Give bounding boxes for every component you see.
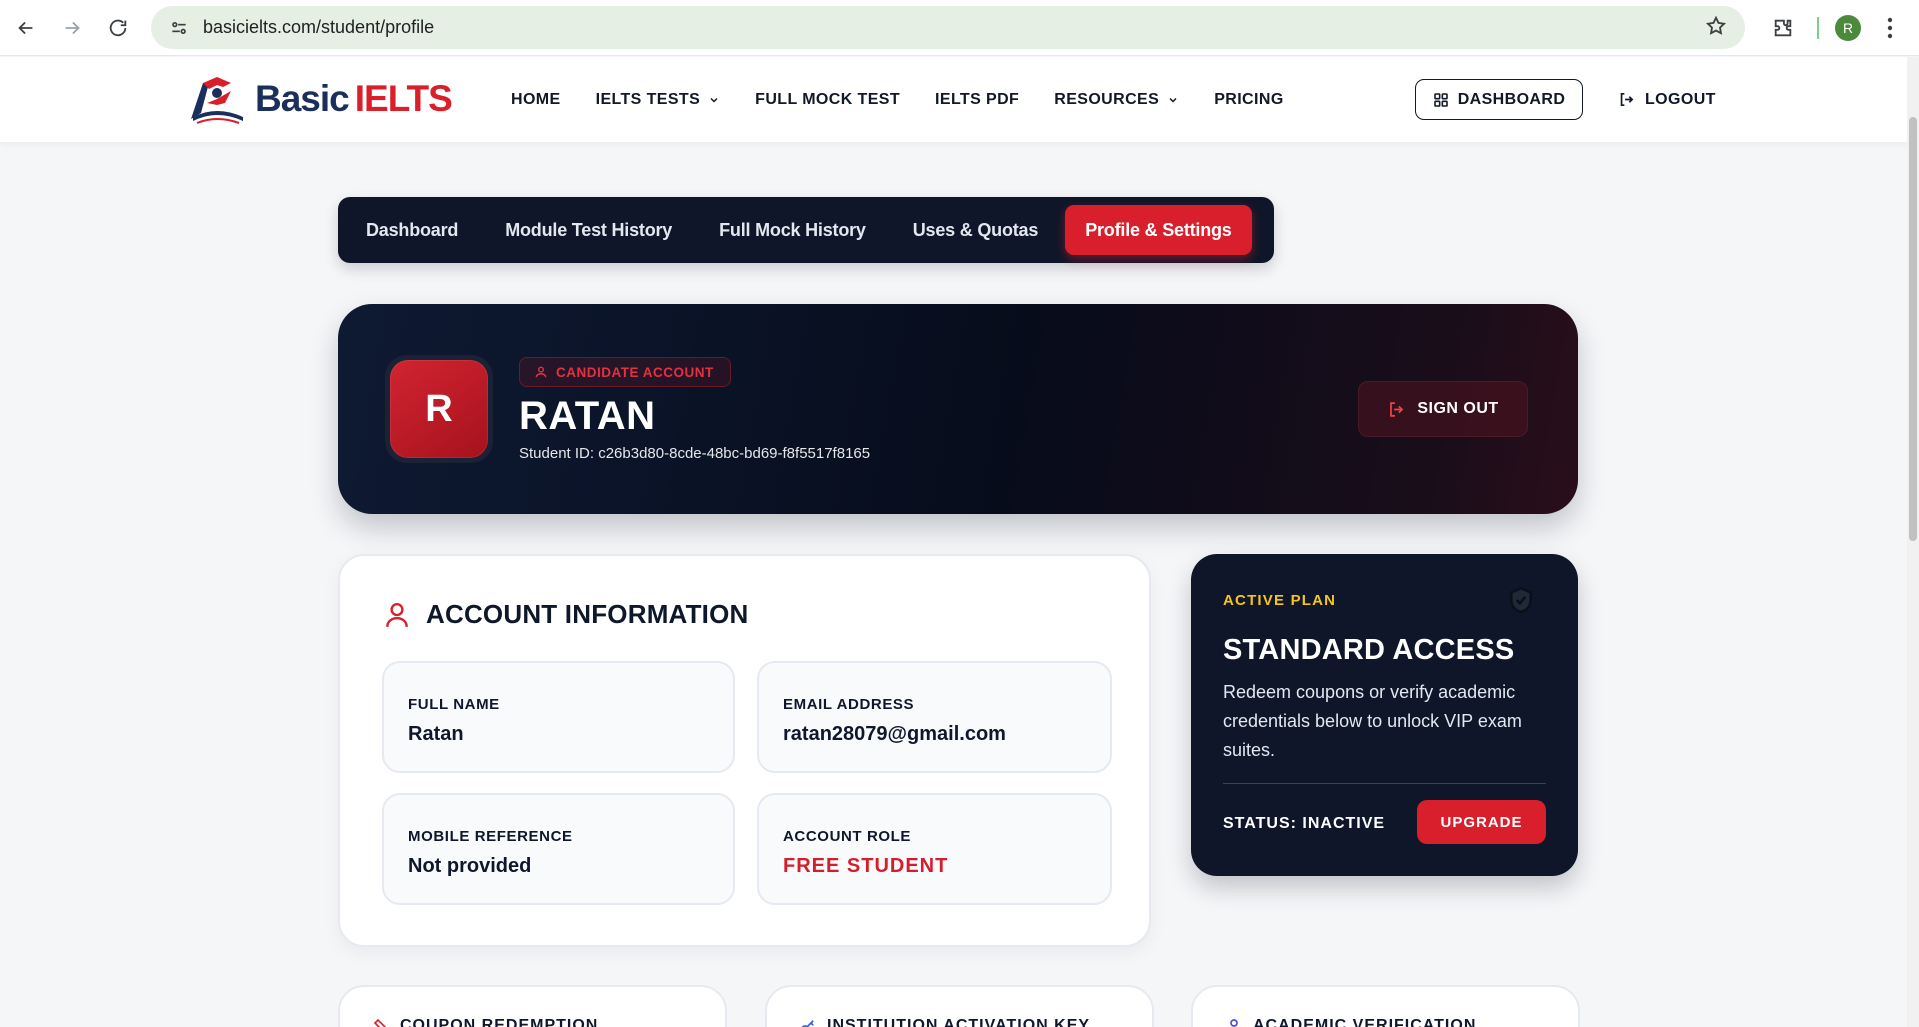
site-logo[interactable]: Basic IELTS — [187, 73, 453, 125]
plan-title: STANDARD ACCESS — [1223, 634, 1515, 666]
address-bar[interactable]: basicielts.com/student/profile — [151, 6, 1745, 49]
logo-basic-text: Basic — [255, 78, 350, 119]
nav-ielts-tests[interactable]: IELTS TESTS — [596, 91, 721, 109]
logo-ielts-text: IELTS — [354, 78, 453, 119]
sign-out-icon — [1390, 401, 1404, 417]
ticket-icon — [373, 1018, 387, 1027]
nav-full-mock-test[interactable]: FULL MOCK TEST — [755, 91, 900, 109]
site-header: Basic IELTS HOME IELTS TESTS FULL MOCK TE… — [0, 57, 1919, 143]
profile-name: RATAN — [519, 394, 656, 438]
kebab-menu-icon[interactable] — [1875, 17, 1905, 39]
nav-pricing[interactable]: PRICING — [1214, 91, 1283, 109]
nav-ielts-pdf[interactable]: IELTS PDF — [935, 91, 1019, 109]
bookmark-star-icon[interactable] — [1705, 15, 1727, 42]
plan-divider — [1223, 783, 1546, 784]
reload-button[interactable] — [98, 8, 138, 48]
arrow-left-icon — [18, 21, 33, 34]
scrollbar-thumb[interactable] — [1909, 117, 1917, 541]
key-icon — [801, 1020, 814, 1027]
toolbar-separator — [1817, 17, 1819, 39]
user-icon — [535, 366, 547, 378]
institution-activation-key-card: INSTITUTION ACTIVATION KEY — [765, 985, 1154, 1027]
mobile-reference-field: MOBILE REFERENCE Not provided — [382, 793, 735, 905]
tab-profile-settings[interactable]: Profile & Settings — [1065, 205, 1252, 255]
url-text: basicielts.com/student/profile — [203, 17, 435, 37]
account-information-card: ACCOUNT INFORMATION FULL NAME Ratan EMAI… — [338, 554, 1151, 947]
tab-dashboard[interactable]: Dashboard — [346, 205, 478, 255]
full-name-field: FULL NAME Ratan — [382, 661, 735, 773]
avatar-frame: R — [385, 355, 493, 463]
page-scrollbar[interactable] — [1907, 57, 1919, 1027]
chevron-down-icon — [1167, 94, 1179, 106]
plan-description: Redeem coupons or verify academic creden… — [1223, 682, 1522, 760]
coupon-redemption-card: COUPON REDEMPTION — [338, 985, 727, 1027]
candidate-account-badge: CANDIDATE ACCOUNT — [519, 357, 731, 387]
plan-status: STATUS: INACTIVE — [1223, 815, 1386, 832]
profile-tabbar: Dashboard Module Test History Full Mock … — [338, 197, 1274, 263]
tab-full-mock-history[interactable]: Full Mock History — [699, 205, 886, 255]
arrow-right-icon — [65, 21, 80, 34]
upgrade-button[interactable]: UPGRADE — [1417, 800, 1546, 844]
logout-button[interactable]: LOGOUT — [1618, 79, 1716, 120]
site-info-icon[interactable] — [159, 18, 199, 38]
grid-icon — [1433, 92, 1448, 107]
browser-profile-avatar[interactable]: R — [1835, 15, 1861, 41]
main-nav: HOME IELTS TESTS FULL MOCK TEST IELTS PD… — [511, 57, 1319, 143]
academic-verification-card: ACADEMIC VERIFICATION — [1191, 985, 1580, 1027]
account-information-header: ACCOUNT INFORMATION — [384, 599, 749, 630]
account-role-field: ACCOUNT ROLE FREE STUDENT — [757, 793, 1112, 905]
avatar: R — [390, 360, 488, 458]
tab-uses-quotas[interactable]: Uses & Quotas — [893, 205, 1058, 255]
logout-icon — [1620, 92, 1634, 107]
email-address-field: EMAIL ADDRESS ratan28079@gmail.com — [757, 661, 1112, 773]
extensions-puzzle-icon[interactable] — [1763, 8, 1803, 48]
student-id: Student ID: c26b3d80-8cde-48bc-bd69-f8f5… — [519, 445, 871, 462]
logo-mark-icon — [191, 77, 243, 124]
shield-check-icon — [1510, 586, 1532, 614]
active-plan-label: ACTIVE PLAN — [1223, 592, 1337, 609]
active-plan-card: ACTIVE PLAN STANDARD ACCESS Redeem coupo… — [1191, 554, 1578, 876]
tab-module-test-history[interactable]: Module Test History — [485, 205, 692, 255]
chevron-down-icon — [708, 94, 720, 106]
user-check-icon — [1230, 1019, 1238, 1027]
forward-button[interactable] — [52, 8, 92, 48]
profile-hero-card: R CANDIDATE ACCOUNT RATAN Student ID: c2… — [338, 304, 1578, 514]
reload-icon — [109, 19, 127, 36]
back-button[interactable] — [6, 8, 46, 48]
nav-resources[interactable]: RESOURCES — [1054, 91, 1179, 109]
dashboard-button[interactable]: DASHBOARD — [1415, 79, 1583, 120]
nav-home[interactable]: HOME — [511, 91, 561, 109]
browser-toolbar: basicielts.com/student/profile R — [0, 0, 1919, 56]
sign-out-button[interactable]: SIGN OUT — [1358, 381, 1528, 437]
user-icon — [386, 602, 408, 627]
